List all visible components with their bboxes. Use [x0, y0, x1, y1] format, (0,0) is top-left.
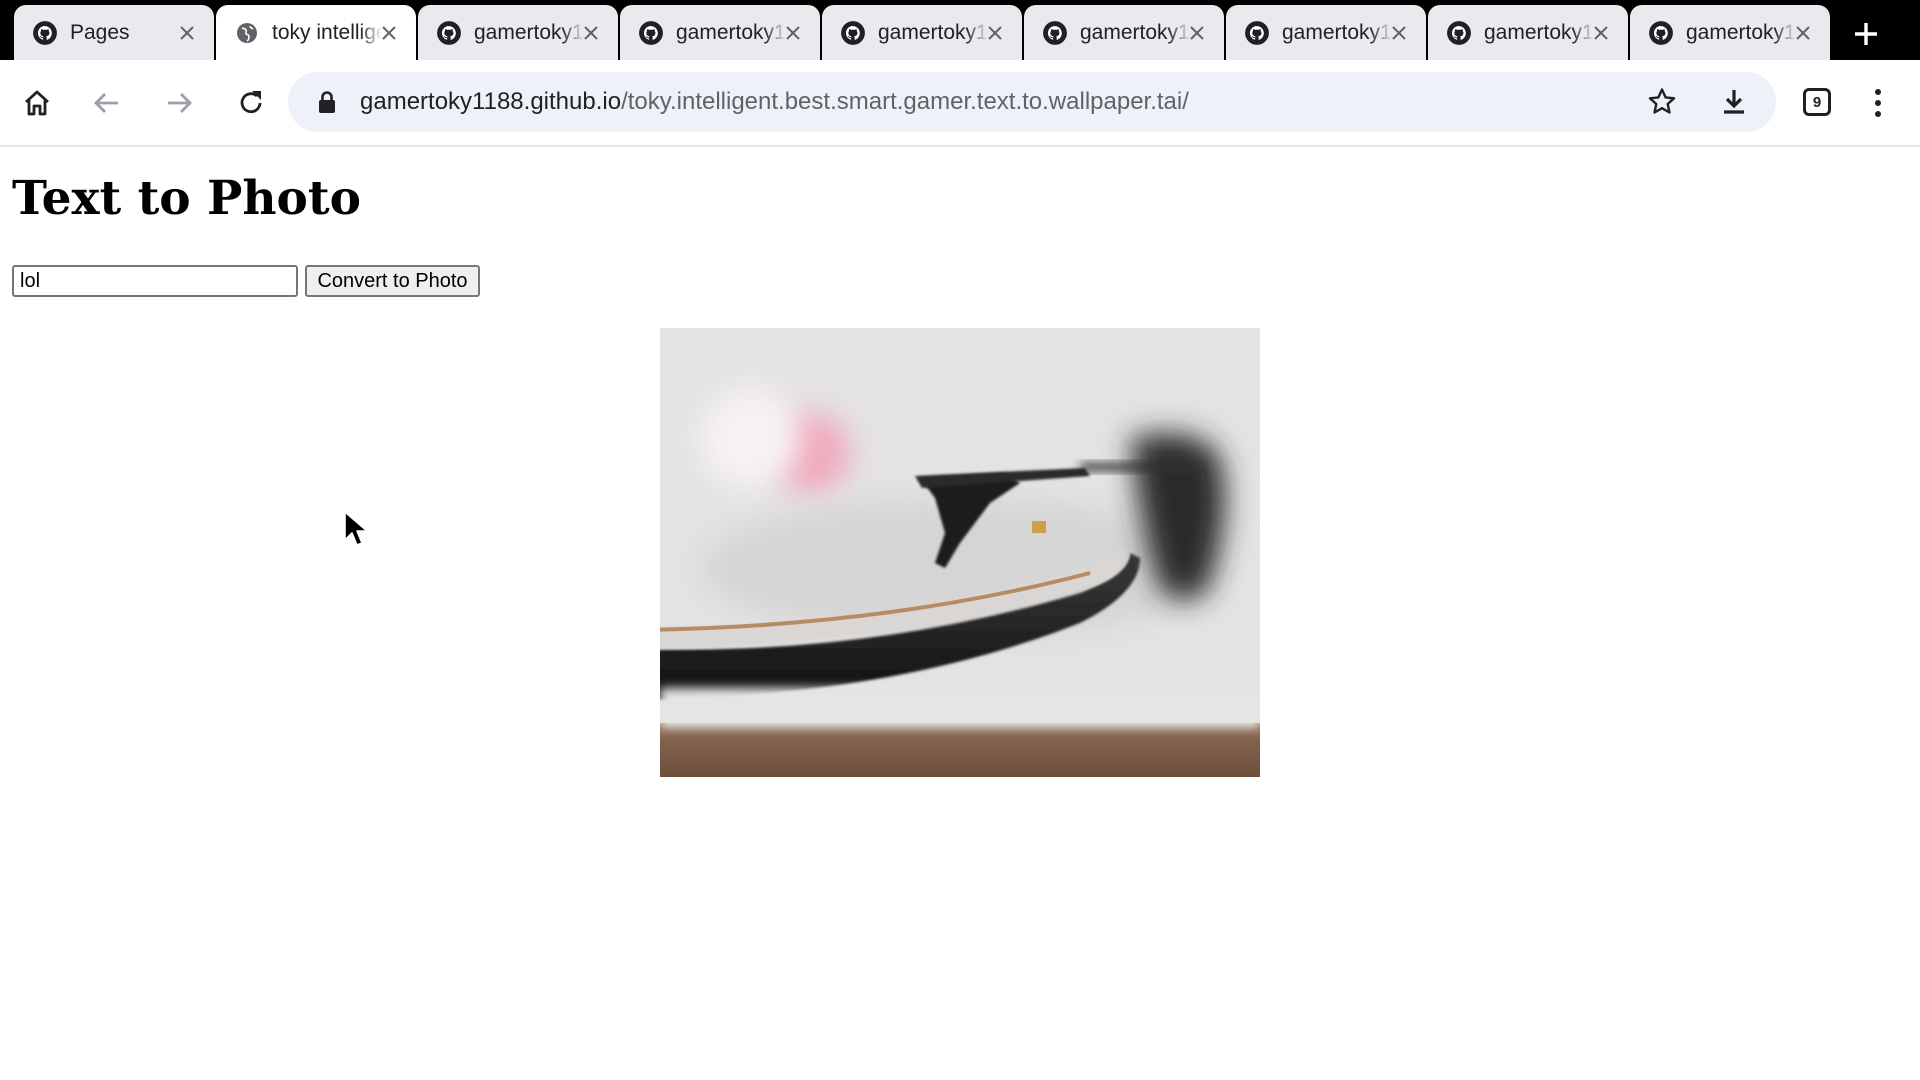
tab-github-6[interactable]: gamertoky1188 [1428, 5, 1628, 60]
github-icon [1244, 20, 1270, 46]
bookmark-star-icon[interactable] [1646, 86, 1678, 118]
tab-count: 9 [1812, 93, 1822, 111]
tab-title: Pages [70, 20, 130, 44]
close-icon[interactable] [174, 20, 200, 46]
close-icon[interactable] [1386, 20, 1412, 46]
close-icon[interactable] [780, 20, 806, 46]
tab-strip: Pages toky intelligent gamertoky1188 gam… [0, 0, 1920, 60]
url-path: /toky.intelligent.best.smart.gamer.text.… [621, 88, 1189, 115]
tab-title: gamertoky1188 [1282, 20, 1392, 44]
back-button[interactable] [84, 80, 130, 126]
close-icon[interactable] [1588, 20, 1614, 46]
forward-button[interactable] [156, 80, 202, 126]
generated-photo [660, 328, 1260, 777]
reload-button[interactable] [228, 80, 274, 126]
github-icon [436, 20, 462, 46]
more-menu-button[interactable] [1860, 80, 1896, 126]
tab-toky-intelligent[interactable]: toky intelligent [216, 5, 416, 60]
tab-github-7[interactable]: gamertoky1188 [1630, 5, 1830, 60]
tab-pages[interactable]: Pages [14, 5, 214, 60]
convert-to-photo-button[interactable]: Convert to Photo [305, 265, 480, 297]
address-bar[interactable]: gamertoky1188.github.io/toky.intelligent… [288, 72, 1776, 132]
mouse-cursor-icon [343, 510, 369, 548]
url-text: gamertoky1188.github.io/toky.intelligent… [360, 88, 1189, 116]
download-icon[interactable] [1718, 86, 1750, 118]
github-icon [638, 20, 664, 46]
arrow-left-icon [94, 93, 118, 113]
close-icon[interactable] [376, 20, 402, 46]
tab-title: gamertoky1188 [1080, 20, 1190, 44]
tab-github-1[interactable]: gamertoky1188 [418, 5, 618, 60]
browser-toolbar: gamertoky1188.github.io/toky.intelligent… [0, 60, 1920, 147]
close-icon[interactable] [578, 20, 604, 46]
arrow-right-icon [168, 93, 192, 113]
tab-title: gamertoky1188 [1686, 20, 1796, 44]
github-icon [840, 20, 866, 46]
close-icon[interactable] [982, 20, 1008, 46]
page-title: Text to Photo [12, 171, 361, 226]
tab-switcher-button[interactable]: 9 [1803, 88, 1831, 116]
github-icon [32, 20, 58, 46]
github-icon [1648, 20, 1674, 46]
tab-title: toky intelligent [272, 20, 382, 44]
tab-github-4[interactable]: gamertoky1188 [1024, 5, 1224, 60]
tab-github-3[interactable]: gamertoky1188 [822, 5, 1022, 60]
plus-icon [1855, 23, 1877, 45]
home-icon [25, 90, 49, 116]
tab-title: gamertoky1188 [878, 20, 988, 44]
home-button[interactable] [14, 80, 60, 126]
tab-github-2[interactable]: gamertoky1188 [620, 5, 820, 60]
text-input[interactable] [12, 265, 298, 297]
reload-icon [240, 91, 262, 114]
new-tab-button[interactable] [1846, 14, 1886, 54]
tab-title: gamertoky1188 [1484, 20, 1594, 44]
page-content: Text to Photo Convert to Photo [0, 147, 1920, 1080]
globe-icon [234, 20, 260, 46]
github-icon [1042, 20, 1068, 46]
close-icon[interactable] [1184, 20, 1210, 46]
url-host: gamertoky1188.github.io [360, 88, 622, 115]
github-icon [1446, 20, 1472, 46]
lock-icon [314, 89, 340, 115]
kebab-menu-icon [1875, 89, 1881, 117]
close-icon[interactable] [1790, 20, 1816, 46]
tab-title: gamertoky1188 [474, 20, 584, 44]
tab-github-5[interactable]: gamertoky1188 [1226, 5, 1426, 60]
tab-title: gamertoky1188 [676, 20, 786, 44]
